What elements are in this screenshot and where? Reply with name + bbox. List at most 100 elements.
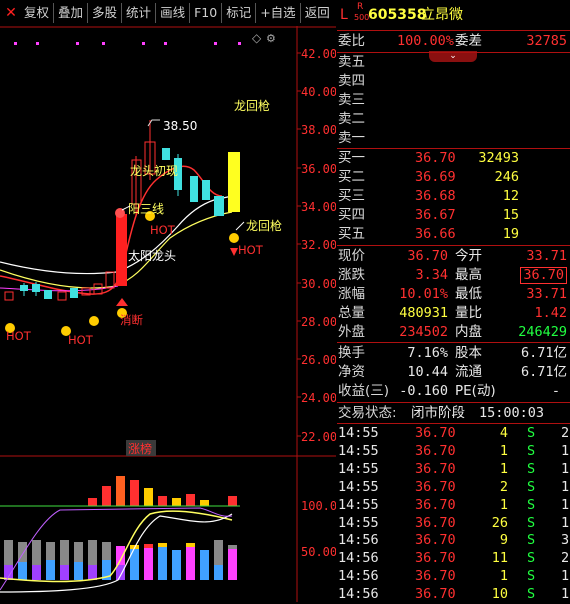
buy-volume: 19 (502, 226, 519, 242)
tick-p: 36.70 (415, 550, 456, 567)
buy-price: 36.66 (415, 226, 456, 242)
back-button[interactable]: 返回 (301, 3, 334, 23)
diamond-icon[interactable]: ◇ (252, 31, 262, 45)
buy-row: 买四 36.67 15 (337, 206, 570, 225)
candle-down (20, 285, 28, 291)
tick-p: 36.70 (415, 586, 456, 603)
tick-row: 14:55 36.70 1 S 1 (337, 496, 570, 515)
close-icon[interactable]: ✕ (3, 5, 19, 21)
tick-row: 14:55 36.70 4 S 2 (337, 424, 570, 443)
hot-left2-label: HOT (68, 333, 94, 347)
buy-price: 36.69 (415, 169, 456, 185)
tick-p: 36.70 (415, 478, 456, 495)
signal-dots (14, 42, 241, 45)
stat-row: 换手 7.16% 股本 6.71亿 (338, 345, 567, 361)
candle-down (202, 180, 210, 200)
tick-n: 1 (561, 478, 570, 495)
sell-row: 卖二 (337, 110, 570, 129)
signal-ball (89, 316, 99, 326)
buy-label: 买二 (338, 169, 365, 185)
candle-down (214, 196, 224, 216)
tick-s: S (527, 550, 536, 567)
tick-s: S (527, 425, 536, 441)
settings-icon[interactable]: ⚙ (266, 32, 276, 45)
signal-ball (229, 233, 239, 243)
overlay-button[interactable]: 叠加 (54, 3, 89, 23)
tick-s: S (527, 586, 536, 603)
tick-n: 1 (561, 442, 570, 459)
tick-row: 14:55 36.70 26 S 1 (337, 514, 570, 533)
stat-row: 涨幅 10.01% 最低 33.71 (338, 286, 567, 302)
statistics-button[interactable]: 统计 (122, 3, 157, 23)
longhuiqiang-right-label: 龙回枪 (246, 218, 282, 233)
buy-price: 36.70 (415, 150, 456, 166)
tick-row: 14:55 36.70 2 S 1 (337, 478, 570, 497)
buy-label: 买三 (338, 188, 365, 204)
buy-row: 买一 36.70 32493 (337, 149, 570, 168)
y-tick: 28.00 (301, 315, 336, 329)
sell-label: 卖三 (338, 92, 365, 108)
tick-p: 36.70 (415, 460, 456, 477)
weibi-label: 委比 (338, 33, 365, 49)
down-arrow-icon (230, 248, 238, 256)
tick-s: S (527, 496, 536, 513)
tick-v: 1 (499, 496, 508, 513)
sell-label: 卖二 (338, 111, 365, 127)
weibi-row: 委比 100.00% 委差 32785 (337, 32, 570, 51)
tick-v: 1 (499, 568, 508, 585)
sell-row: 卖三 (337, 91, 570, 110)
tick-row: 14:56 36.70 1 S 1 (337, 567, 570, 586)
weibi-value: 100.00% (397, 33, 454, 49)
candle-down (162, 148, 170, 160)
candle-up (105, 271, 115, 289)
tick-s: S (527, 568, 536, 585)
quote-panel: L R 500 605358 立昂微 委比 100.00% 委差 32785 ⌄… (337, 0, 570, 602)
stat-row: 收益(三) -0.160 PE(动) - (338, 383, 560, 399)
tick-p: 36.70 (415, 514, 456, 531)
multi-stock-button[interactable]: 多股 (88, 3, 123, 23)
tick-t: 14:55 (338, 478, 379, 495)
tick-list[interactable]: 14:55 36.70 4 S 2 14:55 36.70 1 S 1 14:55 36.70 1 S 1 1… (337, 424, 570, 602)
tick-t: 14:56 (338, 586, 379, 603)
fuquan-button[interactable]: 复权 (20, 3, 55, 23)
stat-row: 总量 480931 量比 1.42 (338, 305, 567, 321)
buy-label: 买五 (338, 226, 365, 242)
buy-price: 36.67 (415, 207, 456, 223)
add-favorite-button[interactable]: +自选 (256, 3, 301, 23)
status-value: 闭市阶段 (411, 405, 465, 421)
yangsanxian-label: 阳三线 (128, 202, 164, 216)
sell-row: 卖五 (337, 53, 570, 72)
y-tick: 36.00 (301, 162, 336, 176)
tick-s: S (527, 442, 536, 459)
tick-p: 36.70 (415, 568, 456, 585)
buy-volume: 32493 (478, 150, 519, 166)
buy-volume: 246 (494, 169, 519, 185)
hot-left-label: HOT (6, 329, 32, 343)
y-tick: 22.00 (301, 430, 336, 444)
y-tick: 32.00 (301, 238, 336, 252)
sell-row: 卖四 (337, 72, 570, 91)
buy-volume: 15 (502, 207, 519, 223)
buy-label: 买四 (338, 207, 365, 223)
market-tag: L (340, 7, 348, 23)
tick-t: 14:56 (338, 568, 379, 585)
ma-line-red (0, 165, 223, 295)
badge-bottom: 500 (354, 13, 370, 22)
f10-button[interactable]: F10 (190, 3, 223, 23)
draw-line-button[interactable]: 画线 (156, 3, 191, 23)
tick-s: S (527, 532, 536, 549)
tick-p: 36.70 (415, 496, 456, 513)
tick-n: 1 (561, 496, 570, 513)
mark-button[interactable]: 标记 (222, 3, 257, 23)
tick-t: 14:55 (338, 460, 379, 477)
y-tick: 30.00 (301, 277, 336, 291)
kline-chart[interactable]: ◇ ⚙ 42.00 40.00 38.00 36.00 34.00 32.00 … (0, 26, 336, 602)
y-tick-marks (297, 52, 301, 437)
y-axis: 42.00 40.00 38.00 36.00 34.00 32.00 30.0… (301, 47, 336, 559)
candle-down (70, 288, 78, 298)
sell-label: 卖一 (338, 130, 365, 146)
tick-n: 1 (561, 460, 570, 477)
candle-up (4, 291, 14, 301)
tick-row: 14:56 36.70 9 S 3 (337, 531, 570, 550)
stock-code: 605358 (368, 7, 427, 23)
